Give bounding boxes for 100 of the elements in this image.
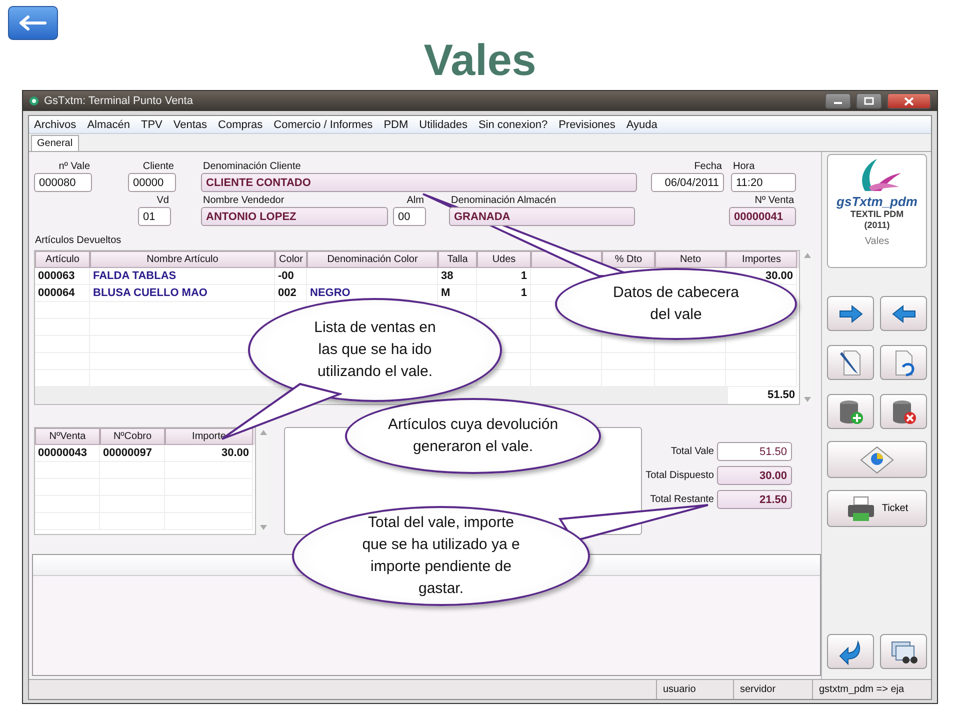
menu-item[interactable]: Previsiones xyxy=(554,118,622,130)
maximize-button[interactable] xyxy=(856,93,882,109)
total-cell: 51.50 xyxy=(728,387,799,404)
table-cell: 1 xyxy=(477,285,531,302)
menu-item[interactable]: Utilidades xyxy=(414,118,474,130)
table-cell: BLUSA CUELLO MAO xyxy=(90,285,275,302)
input-field[interactable]: 30.00 xyxy=(717,466,792,485)
menu-item[interactable]: PDM xyxy=(378,118,414,130)
brand-text: (2011) xyxy=(864,220,890,231)
brand-name: gsTxtm_pdm xyxy=(836,194,918,209)
column-header[interactable]: Denominación Color xyxy=(307,251,438,268)
table-cell: 30.00 xyxy=(165,445,253,462)
module-name: Vales xyxy=(864,236,890,247)
menu-item[interactable]: Archivos xyxy=(29,118,82,130)
menu-item[interactable]: Almacén xyxy=(82,118,136,130)
table-cell xyxy=(35,302,90,319)
column-header[interactable]: Importe xyxy=(165,428,253,445)
close-icon xyxy=(904,96,914,106)
table-cell: 000063 xyxy=(35,268,90,285)
minimize-button[interactable] xyxy=(825,93,851,109)
column-header[interactable]: NºCobro xyxy=(100,428,165,445)
input-field[interactable]: ANTONIO LOPEZ xyxy=(201,207,388,226)
app-icon xyxy=(29,96,39,106)
input-field[interactable]: GRANADA xyxy=(449,207,635,226)
input-field[interactable]: 00000041 xyxy=(729,207,796,226)
undo-button[interactable] xyxy=(880,345,927,380)
field-label: Hora xyxy=(732,160,756,173)
column-header[interactable]: Neto xyxy=(655,251,726,268)
input-field[interactable]: 01 xyxy=(138,207,171,226)
table-cell: 1 xyxy=(477,268,531,285)
field-label: Nombre Vendedor xyxy=(202,194,286,207)
maximize-icon xyxy=(864,97,874,105)
input-field[interactable]: 000080 xyxy=(34,173,92,192)
input-field[interactable]: CLIENTE CONTADO xyxy=(201,173,637,192)
delete-record-button[interactable] xyxy=(880,394,927,429)
search-button[interactable] xyxy=(880,634,927,669)
table-cell: 00000043 xyxy=(35,445,100,462)
menu-item[interactable]: Comercio / Informes xyxy=(268,118,379,130)
table-cell xyxy=(35,462,100,479)
menu-item[interactable]: Ayuda xyxy=(621,118,664,130)
field-label: Vd xyxy=(156,194,170,207)
back-button[interactable] xyxy=(8,6,58,40)
table-cell xyxy=(531,336,602,353)
table-cell: 000064 xyxy=(35,285,90,302)
ticket-button[interactable]: Ticket xyxy=(827,490,927,527)
field-label: Total Restante xyxy=(650,494,714,505)
chart-diamond-icon xyxy=(859,444,895,474)
field-label: nº Vale xyxy=(58,160,91,173)
field-label: Cliente xyxy=(142,160,175,173)
column-header[interactable]: Udes xyxy=(477,251,531,268)
column-header[interactable]: NºVenta xyxy=(35,428,100,445)
field-label: Alm xyxy=(406,194,425,207)
column-header[interactable]: Talla xyxy=(438,251,477,268)
table-cell xyxy=(35,496,100,513)
brand-text: TEXTIL PDM xyxy=(850,209,904,220)
left-arrow-icon xyxy=(19,15,47,31)
input-field[interactable]: 21.50 xyxy=(717,490,792,509)
windows-binoculars-icon xyxy=(890,638,918,664)
table-cell xyxy=(35,513,100,530)
table-cell xyxy=(726,336,797,353)
field-label: Total Vale xyxy=(670,446,714,457)
window-title: GsTxtm: Terminal Punto Venta xyxy=(44,95,193,107)
table-cell: M xyxy=(438,285,477,302)
next-button[interactable] xyxy=(827,296,874,331)
report-button[interactable] xyxy=(827,441,927,478)
column-header[interactable]: Importes xyxy=(726,251,797,268)
section-label: Artículos Devueltos xyxy=(35,235,122,247)
previous-button[interactable] xyxy=(880,296,927,331)
add-record-button[interactable] xyxy=(827,394,874,429)
column-header[interactable]: Nombre Artículo xyxy=(90,251,275,268)
field-label: Denominación Cliente xyxy=(202,160,302,173)
slide-title: Vales xyxy=(422,36,538,87)
menu-item[interactable]: Ventas xyxy=(168,118,214,130)
column-header[interactable]: Color xyxy=(275,251,307,268)
input-field[interactable]: 06/04/2011 xyxy=(651,173,724,192)
input-field[interactable]: 11:20 xyxy=(731,173,796,192)
input-field[interactable]: 00000 xyxy=(128,173,176,192)
edit-button[interactable] xyxy=(827,345,874,380)
input-field[interactable]: 51.50 xyxy=(717,442,792,461)
column-header[interactable]: % Dto xyxy=(602,251,655,268)
table-cell: 002 xyxy=(275,285,307,302)
left-arrow-icon xyxy=(890,304,916,324)
field-label: Fecha xyxy=(693,160,723,173)
table-cell: 00000097 xyxy=(100,445,165,462)
status-text: usuario xyxy=(656,680,733,699)
table-cell xyxy=(35,479,100,496)
status-text: gstxtm_pdm => eja xyxy=(812,680,931,699)
field-label: Total Dispuesto xyxy=(646,470,714,481)
column-header[interactable]: Artículo xyxy=(35,251,90,268)
tab[interactable]: General xyxy=(31,135,79,151)
menu-item[interactable]: Compras xyxy=(213,118,269,130)
input-field[interactable]: 00 xyxy=(393,207,426,226)
menu-item[interactable]: TPV xyxy=(136,118,168,130)
table-cell: FALDA TABLAS xyxy=(90,268,275,285)
right-arrow-icon xyxy=(838,304,864,324)
return-button[interactable] xyxy=(827,634,874,669)
close-button[interactable] xyxy=(887,93,931,109)
status-text: servidor xyxy=(733,680,812,699)
table-cell: -00 xyxy=(275,268,307,285)
menu-item[interactable]: Sin conexion? xyxy=(473,118,554,130)
